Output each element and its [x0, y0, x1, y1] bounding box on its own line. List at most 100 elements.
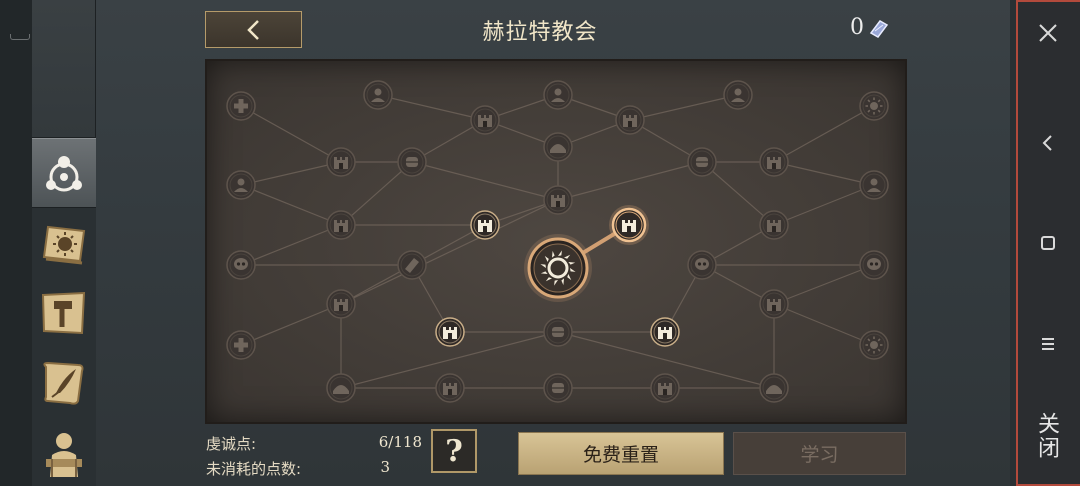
- skill-node-fist[interactable]: [543, 373, 573, 403]
- tower-icon: [658, 327, 672, 339]
- devotion-value: 6/118: [378, 433, 422, 451]
- fist-icon: [696, 157, 708, 167]
- connection-line: [773, 161, 875, 186]
- fist-icon: [552, 327, 564, 337]
- tower-icon: [622, 220, 636, 232]
- page-title: 赫拉特教会: [482, 20, 598, 45]
- skill-node-bust[interactable]: [363, 80, 393, 110]
- left-edge-strip: [0, 0, 32, 486]
- skill-node-sun[interactable]: [859, 330, 889, 360]
- skill-node-fist[interactable]: [687, 147, 717, 177]
- tower-icon: [767, 299, 781, 311]
- connection-line: [629, 94, 739, 121]
- fist-icon: [552, 383, 564, 393]
- connection-line: [773, 184, 875, 226]
- fist-icon: [406, 157, 418, 167]
- skill-node-bread[interactable]: [543, 132, 573, 162]
- nav-home-button[interactable]: [1016, 230, 1080, 256]
- skill-node-bread[interactable]: [326, 373, 356, 403]
- quill-scroll-icon: [43, 361, 84, 405]
- connection-line: [240, 161, 342, 186]
- learn-button[interactable]: 学习: [733, 432, 906, 475]
- skill-node-tower[interactable]: [759, 210, 789, 240]
- sun-book-icon: [42, 225, 86, 265]
- skill-node-tower[interactable]: [435, 317, 465, 347]
- skill-node-tower[interactable]: [435, 373, 465, 403]
- chevron-left-icon: [1042, 135, 1052, 151]
- skill-node-tower[interactable]: [615, 105, 645, 135]
- skill-tree-board: [205, 59, 907, 424]
- skill-node-bust[interactable]: [859, 170, 889, 200]
- tower-icon: [334, 220, 348, 232]
- skill-node-sun[interactable]: [859, 91, 889, 121]
- tab-hammer-scroll[interactable]: [32, 278, 96, 348]
- skull-icon: [867, 258, 881, 270]
- skill-node-skull[interactable]: [687, 250, 717, 280]
- tower-icon: [334, 157, 348, 169]
- skill-node-tower[interactable]: [326, 210, 356, 240]
- nav-back-button[interactable]: [1016, 130, 1080, 156]
- connection-line: [240, 105, 342, 163]
- skill-node-tower[interactable]: [326, 147, 356, 177]
- tab-character[interactable]: [32, 418, 96, 486]
- tower-icon: [767, 157, 781, 169]
- devotion-label: 虔诚点:: [206, 435, 257, 453]
- skill-node-skull[interactable]: [859, 250, 889, 280]
- skull-icon: [234, 258, 248, 270]
- chevron-left-icon: [246, 19, 259, 40]
- faction-emblem-icon: [46, 156, 82, 192]
- connection-line: [240, 303, 342, 346]
- skill-node-bust[interactable]: [543, 80, 573, 110]
- close-panel-label[interactable]: 关闭: [1034, 412, 1062, 460]
- skill-node-fist[interactable]: [397, 147, 427, 177]
- close-icon-button[interactable]: [1016, 20, 1080, 46]
- skill-node-tower[interactable]: [470, 210, 500, 240]
- hammer-scroll-icon: [41, 291, 86, 335]
- connection-line: [377, 94, 486, 121]
- skill-node-tower[interactable]: [650, 373, 680, 403]
- skill-node-bust[interactable]: [723, 80, 753, 110]
- tower-icon: [551, 195, 565, 207]
- skill-node-bread[interactable]: [759, 373, 789, 403]
- game-screen: 赫拉特教会 0 虔诚点: 6/118 未消耗的点数: 3 ? 免费重置 学习 关…: [0, 0, 1080, 486]
- skill-node-center[interactable]: [524, 234, 592, 302]
- tab-quill-scroll[interactable]: [32, 348, 96, 418]
- crystal-icon: [869, 19, 889, 38]
- tab-sun-book[interactable]: [32, 208, 96, 278]
- connection-line: [557, 161, 703, 201]
- skill-node-tower[interactable]: [543, 185, 573, 215]
- connection-line: [240, 224, 342, 266]
- skill-node-cross-shield[interactable]: [226, 91, 256, 121]
- connection-line: [411, 161, 559, 201]
- connection-line: [773, 105, 875, 163]
- tower-icon: [478, 220, 492, 232]
- help-button[interactable]: ?: [431, 429, 477, 473]
- nav-menu-button[interactable]: [1016, 331, 1080, 357]
- close-icon: [1039, 24, 1057, 42]
- skill-node-tower[interactable]: [326, 289, 356, 319]
- tower-icon: [623, 115, 637, 127]
- skill-node-tower[interactable]: [470, 105, 500, 135]
- tab-faction[interactable]: [32, 138, 96, 208]
- unspent-points-label: 未消耗的点数:: [206, 460, 302, 478]
- menu-icon: [1042, 338, 1054, 350]
- skill-tree-graph: [226, 80, 889, 403]
- tower-icon: [478, 115, 492, 127]
- connection-line: [773, 303, 875, 346]
- tower-icon: [767, 220, 781, 232]
- square-icon: [1041, 236, 1055, 250]
- skill-node-tower[interactable]: [650, 317, 680, 347]
- free-reset-button[interactable]: 免费重置: [518, 432, 724, 475]
- skill-node-fist[interactable]: [543, 317, 573, 347]
- back-button[interactable]: [205, 11, 302, 48]
- skull-icon: [695, 258, 709, 270]
- skill-node-skull[interactable]: [226, 250, 256, 280]
- connection-line: [240, 184, 342, 226]
- skill-node-tower[interactable]: [609, 205, 649, 245]
- skill-node-tower[interactable]: [759, 289, 789, 319]
- skill-node-cross-shield[interactable]: [226, 330, 256, 360]
- skill-node-bust[interactable]: [226, 170, 256, 200]
- notch-icon: [10, 34, 30, 40]
- skill-node-tower[interactable]: [759, 147, 789, 177]
- skill-node-book[interactable]: [397, 250, 427, 280]
